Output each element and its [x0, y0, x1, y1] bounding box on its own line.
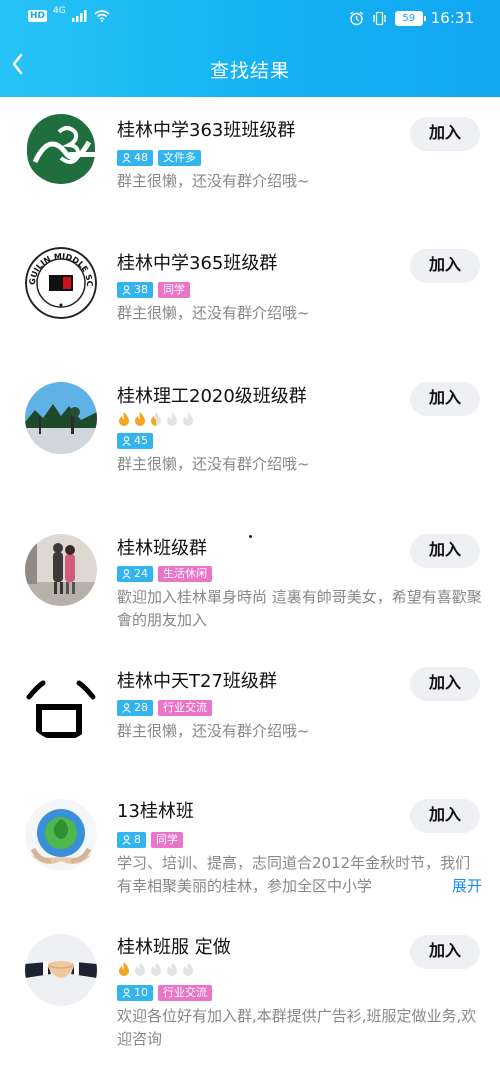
group-name: 桂林中天T27班级群	[117, 671, 277, 692]
member-count: 48	[134, 151, 148, 164]
group-name: 桂林班服 定做	[117, 937, 231, 958]
category-tag: 同学	[158, 282, 190, 298]
group-avatar	[25, 799, 97, 871]
group-description: 群主很懒，还没有群介绍哦~	[117, 455, 310, 473]
group-description: 群主很懒，还没有群介绍哦~	[117, 304, 310, 322]
member-count: 45	[134, 434, 148, 447]
member-count-badge: 28	[117, 700, 153, 716]
member-count-badge: 45	[117, 433, 153, 449]
tag-row: 8 同学	[117, 832, 183, 848]
group-description: 歡迎加入桂林單身時尚 這裏有帥哥美女，希望有喜歡聚會的朋友加入	[117, 588, 482, 629]
group-avatar	[25, 112, 97, 184]
member-count: 8	[134, 833, 141, 846]
tag-row: 28 行业交流	[117, 700, 212, 716]
category-tag: 同学	[151, 832, 183, 848]
category-tag: 生活休闲	[158, 566, 212, 582]
group-item[interactable]: 桂林中学363班班级群 加入 48 文件多 群主很懒，还没有群介绍哦~	[0, 97, 500, 232]
vibrate-icon	[373, 11, 386, 25]
expand-link[interactable]: 展开	[446, 875, 483, 898]
person-icon	[122, 569, 131, 579]
group-avatar: GUILIN MIDDLE SCHOOL	[25, 247, 97, 319]
group-avatar	[25, 669, 97, 741]
person-icon	[122, 436, 131, 446]
join-button[interactable]: 加入	[410, 935, 480, 969]
flame-icon	[135, 412, 145, 426]
group-name: 桂林理工2020级班级群	[117, 386, 307, 407]
flame-icon	[167, 412, 177, 426]
wifi-icon	[94, 10, 110, 22]
member-count: 28	[134, 701, 148, 714]
stray-dot	[249, 535, 252, 538]
clock: 16:31	[430, 9, 474, 27]
hd-badge: HD	[28, 10, 48, 22]
tag-row: 45	[117, 433, 153, 449]
join-button[interactable]: 加入	[410, 799, 480, 833]
category-tag: 行业交流	[158, 700, 212, 716]
group-item[interactable]: 桂林理工2020级班级群 加入 45 群主很懒，还没有群介绍哦~	[0, 367, 500, 512]
flame-icon	[151, 412, 161, 426]
group-avatar	[25, 534, 97, 606]
tag-row: 38 同学	[117, 282, 190, 298]
person-icon	[122, 703, 131, 713]
nav-bar: 查找结果	[0, 36, 500, 97]
flame-icon	[151, 962, 161, 976]
join-button[interactable]: 加入	[410, 249, 480, 283]
person-icon	[122, 285, 131, 295]
member-count-badge: 8	[117, 832, 146, 848]
page-title: 查找结果	[209, 60, 290, 82]
status-bar: HD 4G 59 16:31	[0, 0, 500, 36]
group-description: 群主很懒，还没有群介绍哦~	[117, 172, 310, 190]
member-count-badge: 48	[117, 150, 153, 166]
member-count-badge: 10	[117, 985, 153, 1001]
flame-icon	[167, 962, 177, 976]
member-count-badge: 24	[117, 566, 153, 582]
group-description: 欢迎各位好有加入群,本群提供广告衫,班服定做业务,欢迎咨询	[117, 1007, 477, 1048]
group-description: 群主很懒，还没有群介绍哦~	[117, 722, 310, 740]
tag-row: 48 文件多	[117, 150, 201, 166]
group-name: 桂林中学365班级群	[117, 253, 278, 274]
join-button[interactable]: 加入	[410, 382, 480, 416]
member-count: 38	[134, 283, 148, 296]
group-item[interactable]: 13桂林班 加入 8 同学 学习、培训、提高，志同道合2012年金秋时节，我们有…	[0, 782, 500, 917]
flame-icon	[119, 962, 129, 976]
group-item[interactable]: 桂林中天T27班级群 加入 28 行业交流 群主很懒，还没有群介绍哦~	[0, 647, 500, 782]
network-label: 4G	[53, 6, 66, 16]
activity-level	[117, 411, 195, 427]
person-icon	[122, 153, 131, 163]
battery-icon: 59	[394, 10, 426, 26]
category-tag: 行业交流	[158, 985, 212, 1001]
flame-icon	[183, 412, 193, 426]
flame-icon	[119, 412, 129, 426]
person-icon	[122, 988, 131, 998]
tag-row: 10 行业交流	[117, 985, 212, 1001]
group-avatar	[25, 934, 97, 1006]
group-name: 桂林班级群	[117, 538, 207, 559]
activity-level	[117, 961, 195, 977]
tag-row: 24 生活休闲	[117, 566, 212, 582]
group-name: 13桂林班	[117, 801, 194, 822]
group-name: 桂林中学363班班级群	[117, 120, 296, 141]
person-icon	[122, 835, 131, 845]
group-item[interactable]: GUILIN MIDDLE SCHOOL 桂林中学365班级群 加入 38 同学…	[0, 232, 500, 367]
group-avatar	[25, 382, 97, 454]
signal-icon	[71, 10, 87, 22]
flame-icon	[183, 962, 193, 976]
group-item[interactable]: 桂林班服 定做 加入 10 行业交流 欢迎各位好有加入群,本群提供广告衫,班服定…	[0, 917, 500, 1082]
group-item[interactable]: 桂林班级群 加入 24 生活休闲 歡迎加入桂林單身時尚 這裏有帥哥美女，希望有喜…	[0, 512, 500, 647]
member-count: 24	[134, 567, 148, 580]
member-count-badge: 38	[117, 282, 153, 298]
join-button[interactable]: 加入	[410, 117, 480, 151]
join-button[interactable]: 加入	[410, 667, 480, 701]
group-description: 学习、培训、提高，志同道合2012年金秋时节，我们有幸相聚美丽的桂林，参加全区中…	[117, 854, 471, 895]
category-tag: 文件多	[158, 150, 201, 166]
top-bar: HD 4G 59 16:31 查找结果	[0, 0, 500, 97]
flame-icon	[135, 962, 145, 976]
member-count: 10	[134, 986, 148, 999]
join-button[interactable]: 加入	[410, 534, 480, 568]
alarm-icon	[349, 10, 363, 25]
